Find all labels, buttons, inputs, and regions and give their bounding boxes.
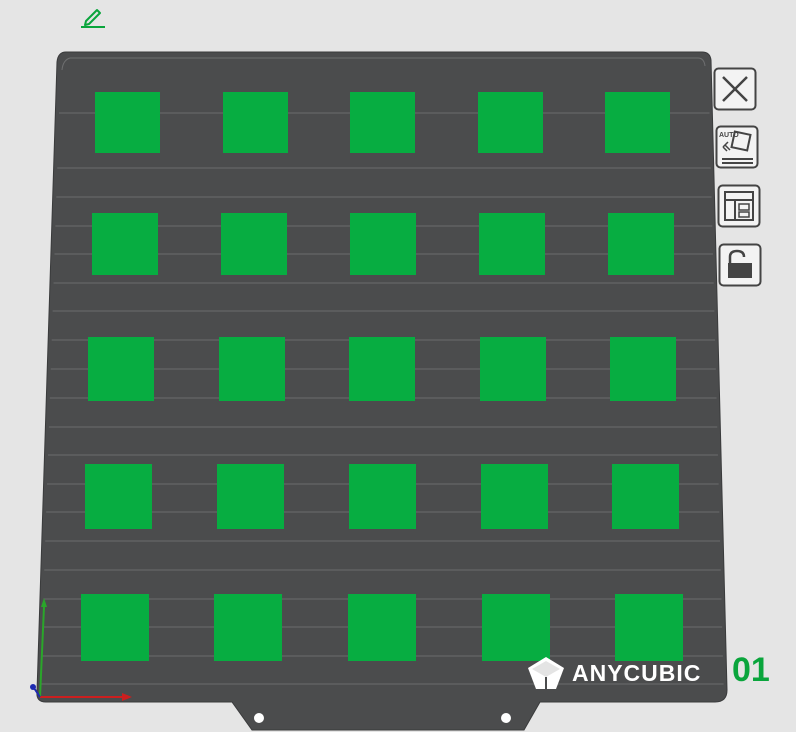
auto-orient-button[interactable]: AUTO: [715, 125, 759, 169]
model-object[interactable]: [349, 464, 416, 529]
unlocked-padlock-icon: [718, 243, 762, 287]
model-object[interactable]: [479, 213, 545, 275]
build-plate[interactable]: [0, 0, 796, 732]
model-object[interactable]: [85, 464, 152, 529]
close-x-icon: [713, 67, 757, 111]
model-object[interactable]: [480, 337, 546, 401]
mount-hole: [254, 713, 264, 723]
model-object[interactable]: [610, 337, 676, 401]
model-object[interactable]: [81, 594, 149, 661]
pencil-icon[interactable]: [78, 2, 108, 30]
layout-icon: [717, 184, 761, 228]
plate-number: 01: [732, 651, 770, 689]
anycubic-logo-icon: [528, 657, 564, 689]
auto-badge-text: AUTO: [719, 132, 739, 139]
plate-view: AUTO ANYCUBIC 01: [0, 0, 796, 732]
model-object[interactable]: [95, 92, 160, 153]
close-button[interactable]: [713, 67, 757, 111]
brand-logo: ANYCUBIC: [526, 655, 701, 691]
model-object[interactable]: [221, 213, 287, 275]
auto-orient-icon: AUTO: [715, 125, 759, 169]
brand-name: ANYCUBIC: [572, 659, 702, 686]
model-object[interactable]: [481, 464, 548, 529]
mount-hole: [501, 713, 511, 723]
model-object[interactable]: [482, 594, 550, 661]
model-object[interactable]: [88, 337, 154, 401]
model-object[interactable]: [350, 92, 415, 153]
model-object[interactable]: [223, 92, 288, 153]
model-object[interactable]: [350, 213, 416, 275]
model-object[interactable]: [219, 337, 285, 401]
model-object[interactable]: [608, 213, 674, 275]
model-object[interactable]: [478, 92, 543, 153]
model-object[interactable]: [92, 213, 158, 275]
lock-button[interactable]: [718, 243, 762, 287]
model-object[interactable]: [217, 464, 284, 529]
model-object[interactable]: [348, 594, 416, 661]
model-object[interactable]: [349, 337, 415, 401]
model-object[interactable]: [605, 92, 670, 153]
model-object[interactable]: [214, 594, 282, 661]
model-object[interactable]: [612, 464, 679, 529]
model-object[interactable]: [615, 594, 683, 661]
arrange-button[interactable]: [717, 184, 761, 228]
